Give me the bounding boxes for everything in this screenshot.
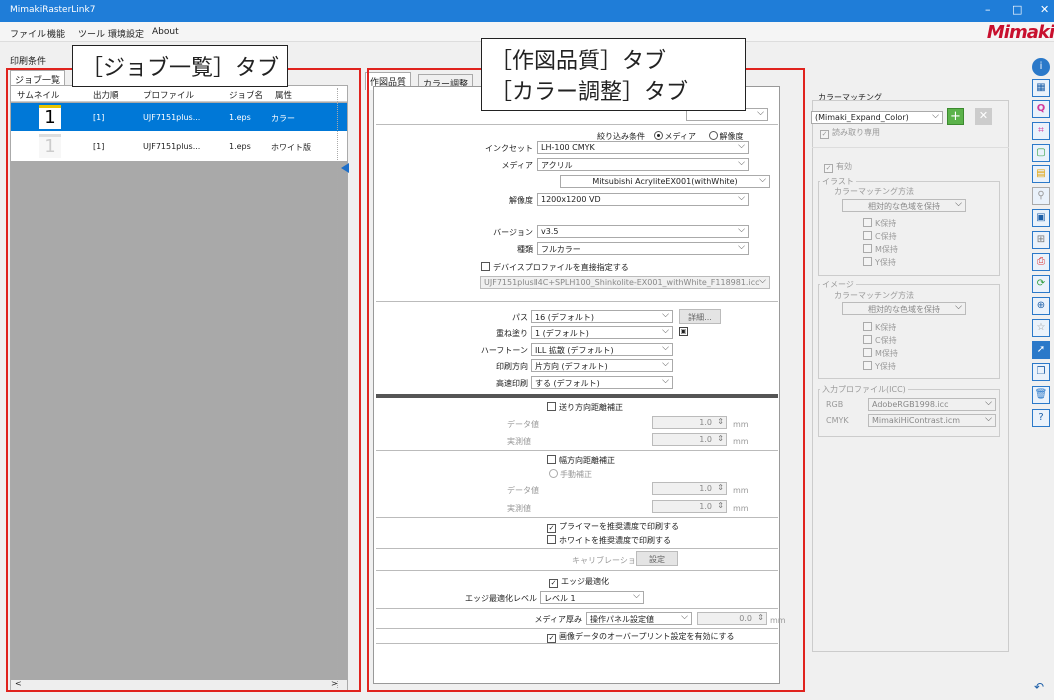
- info-icon[interactable]: i: [1032, 58, 1050, 76]
- mimaki-logo: Mimaki: [986, 22, 1054, 43]
- title-bar: MimakiRasterLink7 – □ ✕: [0, 0, 1054, 22]
- input-profile-label: 入力プロファイル(ICC): [820, 384, 908, 395]
- delete-icon[interactable]: ✕: [975, 108, 992, 125]
- help-icon[interactable]: ?: [1032, 409, 1050, 427]
- menu-function[interactable]: 機能: [47, 27, 65, 40]
- export-icon[interactable]: ➚: [1032, 341, 1050, 359]
- star-icon[interactable]: ☆: [1032, 319, 1050, 337]
- illust-keep-c-label: C保持: [875, 232, 897, 241]
- rgb-profile-dropdown[interactable]: AdobeRGB1998.icc: [868, 398, 996, 411]
- illust-keep-m-checkbox[interactable]: [863, 244, 872, 253]
- callout-job-tab: ［ジョブ一覧］タブ: [72, 45, 289, 87]
- sync-icon[interactable]: ⟳: [1032, 275, 1050, 293]
- job-list-highlight: [6, 68, 361, 692]
- image-keep-m-checkbox[interactable]: [863, 348, 872, 357]
- rgb-label: RGB: [826, 400, 844, 409]
- illust-method-label: カラーマッチング方法: [834, 187, 914, 196]
- add-icon[interactable]: +: [947, 108, 964, 125]
- illust-keep-k: K保持: [863, 218, 896, 229]
- window-title: MimakiRasterLink7: [10, 5, 96, 15]
- quality-highlight: [367, 68, 805, 692]
- image-keep-c: C保持: [863, 335, 897, 346]
- illust-keep-c-checkbox[interactable]: [863, 231, 872, 240]
- close-button[interactable]: ✕: [1040, 3, 1049, 16]
- grid-layout-icon[interactable]: ▤: [1032, 165, 1050, 183]
- callout-quality-tab: ［作図品質］タブ: [481, 38, 746, 75]
- menu-file[interactable]: ファイル: [10, 27, 46, 40]
- image-keep-y-checkbox[interactable]: [863, 361, 872, 370]
- readonly-checkbox[interactable]: ✓: [820, 130, 829, 139]
- illust-method-dropdown[interactable]: 相対的な色域を保持: [842, 199, 966, 212]
- menu-about[interactable]: About: [152, 27, 179, 37]
- maximize-button[interactable]: □: [1012, 3, 1022, 16]
- menu-tools[interactable]: ツール: [78, 27, 105, 40]
- image-keep-m: M保持: [863, 348, 898, 359]
- callout-color-tab: ［カラー調整］タブ: [481, 72, 746, 111]
- readonly-label: 読み取り専用: [832, 128, 880, 137]
- copy-icon[interactable]: ❐: [1032, 363, 1050, 381]
- page-icon[interactable]: ▢: [1032, 144, 1050, 162]
- color-collection-icon[interactable]: ▣: [1032, 209, 1050, 227]
- illust-keep-k-label: K保持: [875, 219, 897, 228]
- cmyk-profile-dropdown[interactable]: MimakiHiContrast.icm: [868, 414, 996, 427]
- illust-keep-m: M保持: [863, 244, 898, 255]
- color-profile-dropdown[interactable]: (Mimaki_Expand_Color): [811, 111, 943, 124]
- image-keep-c-checkbox[interactable]: [863, 335, 872, 344]
- image-keep-c-label: C保持: [875, 336, 897, 345]
- minimize-button[interactable]: –: [985, 3, 991, 16]
- target-icon[interactable]: ⊕: [1032, 297, 1050, 315]
- cmyk-label: CMYK: [826, 416, 849, 425]
- illust-keep-y-label: Y保持: [875, 258, 896, 267]
- readonly-row: ✓ 読み取り専用: [820, 127, 880, 139]
- illust-keep-k-checkbox[interactable]: [863, 218, 872, 227]
- image-keep-k: K保持: [863, 322, 896, 333]
- menu-settings[interactable]: 環境設定: [108, 27, 144, 40]
- enabled-row: ✓ 有効: [824, 161, 852, 173]
- image-keep-y-label: Y保持: [875, 362, 896, 371]
- layout-icon[interactable]: ⌗: [1032, 122, 1050, 140]
- image-method-label: カラーマッチング方法: [834, 291, 914, 300]
- image-keep-k-label: K保持: [875, 323, 897, 332]
- job-grid-icon[interactable]: ▦: [1032, 79, 1050, 97]
- image-label: イメージ: [820, 279, 856, 290]
- image-keep-m-label: M保持: [875, 349, 898, 358]
- illust-keep-y-checkbox[interactable]: [863, 257, 872, 266]
- enabled-label: 有効: [836, 162, 852, 171]
- queue-icon[interactable]: Q: [1032, 100, 1050, 118]
- enabled-checkbox[interactable]: ✓: [824, 164, 833, 173]
- illust-keep-y: Y保持: [863, 257, 896, 268]
- undo-icon[interactable]: ↶: [1034, 680, 1044, 694]
- stamp-icon[interactable]: ⚲: [1032, 187, 1050, 205]
- image-keep-y: Y保持: [863, 361, 896, 372]
- print-conditions-label: 印刷条件: [10, 57, 47, 67]
- trash-icon[interactable]: 🗑: [1032, 386, 1050, 404]
- illust-keep-c: C保持: [863, 231, 897, 242]
- input-profile-group: [818, 389, 1000, 437]
- print-icon[interactable]: ⎙: [1032, 253, 1050, 271]
- image-method-dropdown[interactable]: 相対的な色域を保持: [842, 302, 966, 315]
- image-keep-k-checkbox[interactable]: [863, 322, 872, 331]
- tiling-icon[interactable]: ⊞: [1032, 231, 1050, 249]
- illust-keep-m-label: M保持: [875, 245, 898, 254]
